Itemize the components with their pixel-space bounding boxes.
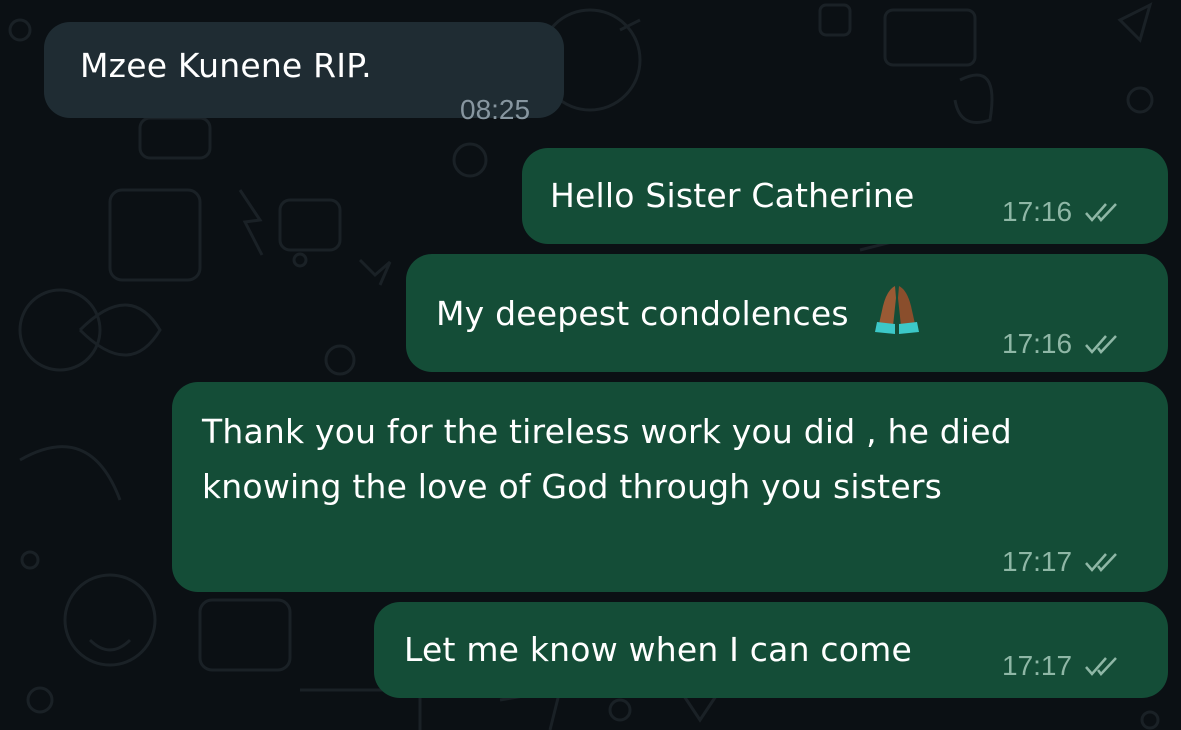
message-meta: 17:16 [1002, 328, 1120, 360]
message-text-content: My deepest condolences [436, 294, 849, 333]
double-check-icon [1085, 553, 1117, 572]
message-bubble-outgoing[interactable]: Hello Sister Catherine 17:16 [522, 148, 1168, 244]
message-text: Mzee Kunene RIP. [80, 46, 372, 85]
message-time: 17:16 [1002, 196, 1073, 227]
message-bubble-outgoing[interactable]: Thank you for the tireless work you did … [172, 382, 1168, 592]
message-meta: 17:16 [1002, 196, 1120, 228]
message-text: Let me know when I can come [404, 630, 912, 669]
folded-hands-icon [874, 285, 919, 334]
message-time: 17:16 [1002, 328, 1073, 359]
message-meta: 17:17 [1002, 546, 1120, 578]
double-check-icon [1085, 203, 1117, 222]
double-check-icon [1085, 335, 1117, 354]
message-meta: 17:17 [1002, 650, 1120, 682]
message-time: 17:17 [1002, 546, 1073, 577]
double-check-icon [1085, 657, 1117, 676]
message-time: 17:17 [1002, 650, 1073, 681]
message-text: My deepest condolences [436, 285, 923, 342]
message-text: Thank you for the tireless work you did … [202, 412, 1012, 506]
message-bubble-incoming[interactable]: Mzee Kunene RIP. 08:25 [44, 22, 564, 125]
message-meta: 08:25 [460, 94, 530, 126]
message-bubble-outgoing[interactable]: My deepest condolences 17:16 [406, 254, 1168, 372]
message-bubble-outgoing[interactable]: Let me know when I can come 17:17 [374, 602, 1168, 698]
message-text: Hello Sister Catherine [550, 176, 915, 215]
message-time: 08:25 [460, 94, 531, 125]
